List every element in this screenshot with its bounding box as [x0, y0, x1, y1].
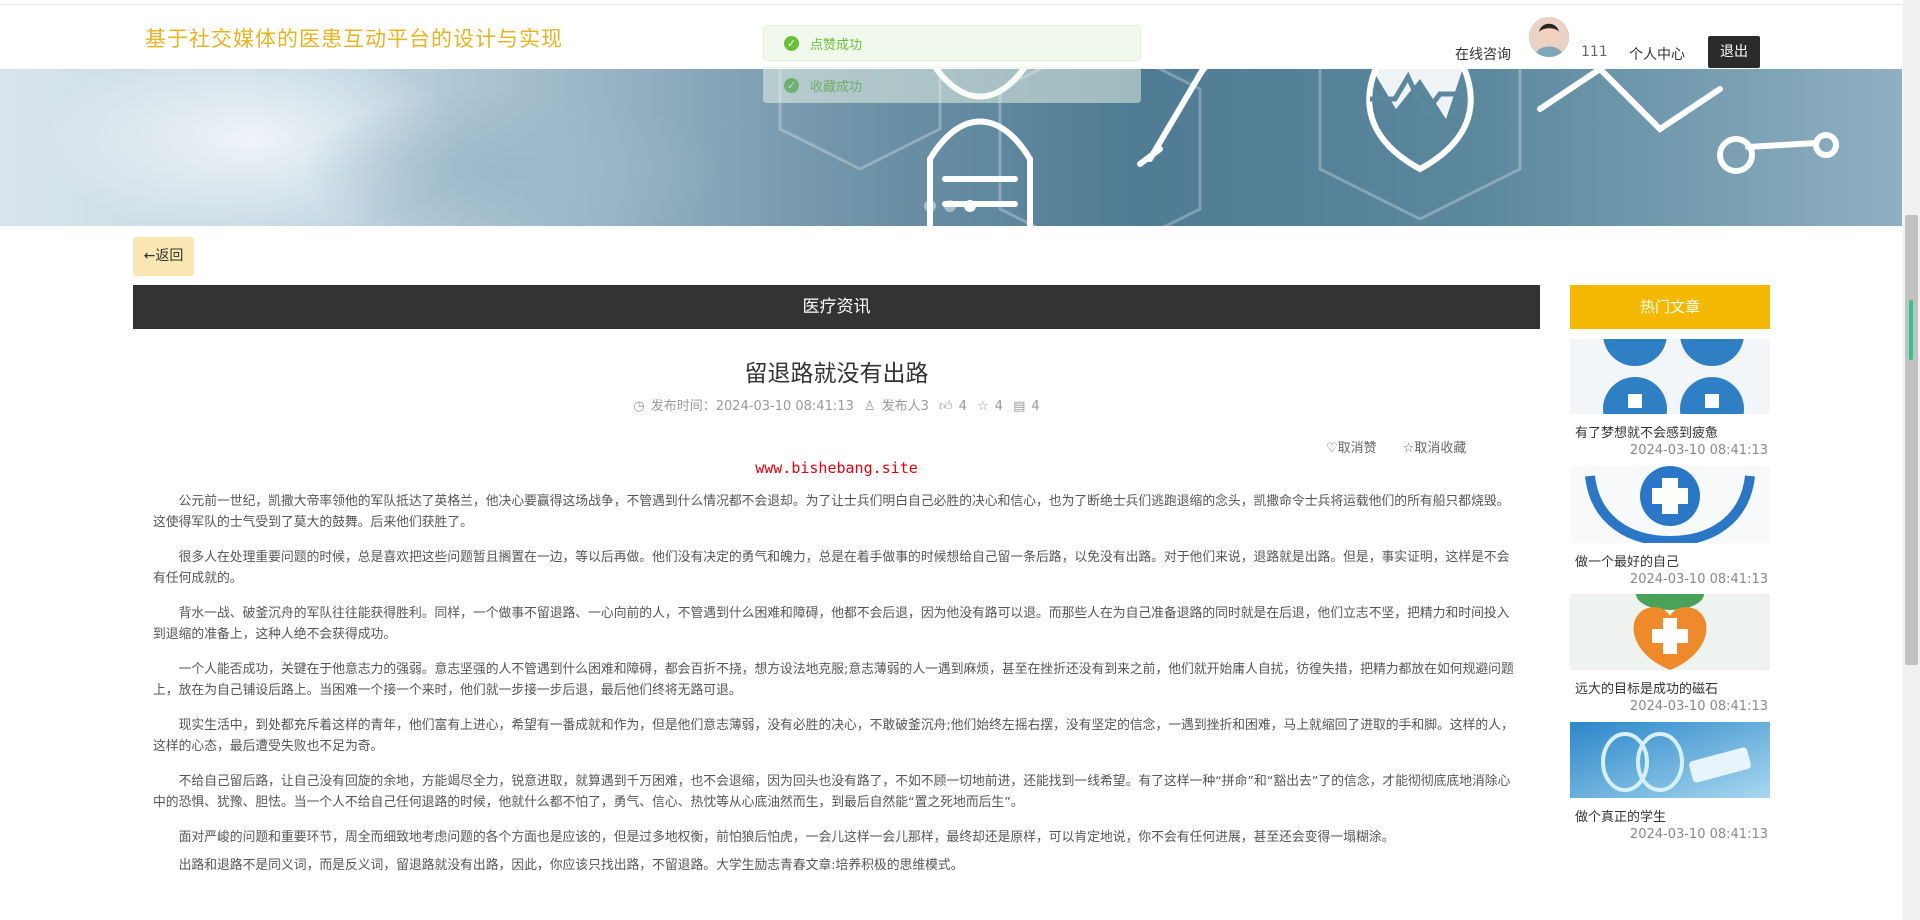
- avatar-photo: [1529, 17, 1569, 57]
- hot-article-title[interactable]: 有了梦想就不会感到疲惫: [1570, 422, 1770, 441]
- check-circle-icon: ✓: [784, 77, 799, 93]
- article-paragraph: 一个人能否成功，关键在于他意志力的强弱。意志坚强的人不管遇到什么困难和障碍，都会…: [153, 662, 1514, 698]
- carousel-dot-active[interactable]: [964, 200, 976, 212]
- hot-article-time: 2024-03-10 08:41:13: [1629, 443, 1768, 458]
- hot-article-time: 2024-03-10 08:41:13: [1629, 572, 1768, 587]
- article-title: 留退路就没有出路: [744, 361, 929, 387]
- hot-article-thumbnail: [1570, 339, 1770, 414]
- nav-online-consult[interactable]: 在线咨询: [1455, 44, 1511, 64]
- carousel-dot[interactable]: [924, 200, 936, 212]
- publish-time: 发布时间：2024-03-10 08:41:13: [650, 399, 854, 414]
- unlike-button[interactable]: ♡取消赞: [1326, 437, 1377, 456]
- user-icon: ♙: [863, 399, 876, 414]
- clock-icon: ◷: [633, 399, 645, 414]
- nav-personal-center[interactable]: 个人中心: [1629, 44, 1685, 64]
- user-avatar[interactable]: [1529, 17, 1569, 57]
- toast-favorite-success: ✓ 收藏成功: [763, 67, 1141, 103]
- hot-article-time: 2024-03-10 08:41:13: [1629, 827, 1768, 842]
- thumb-image: [1570, 466, 1770, 543]
- logout-button[interactable]: 退出: [1708, 36, 1760, 68]
- like-count: 4: [958, 399, 967, 414]
- article-meta: ◷ 发布时间：2024-03-10 08:41:13 ♙ 发布人3 👍︎ 4 ☆ 4 ▤…: [133, 395, 1540, 414]
- article-paragraph: 背水一战、破釜沉舟的军队往往能获得胜利。同样，一个做事不留退路、一心向前的人，不…: [153, 606, 1510, 642]
- section-title-bar: 医疗资讯: [133, 285, 1540, 329]
- page: 基于社交媒体的医患互动平台的设计与实现 在线咨询 111 个人中心 退出 ✓ 点…: [0, 0, 1902, 920]
- check-circle-icon: ✓: [784, 35, 799, 51]
- hot-article-item[interactable]: 做个真正的学生 2024-03-10 08:41:13: [1570, 722, 1770, 842]
- article-paragraph: 很多人在处理重要问题的时候，总是喜欢把这些问题暂且搁置在一边，等以后再做。他们没…: [153, 550, 1510, 586]
- article-paragraph: 面对严峻的问题和重要环节，周全而细致地考虑问题的各个方面也是应该的，但是过多地权…: [178, 830, 1395, 845]
- publisher: 发布人3: [881, 399, 929, 414]
- hot-article-title[interactable]: 做一个最好的自己: [1570, 551, 1770, 570]
- carousel-dot[interactable]: [944, 200, 956, 212]
- article-actions: ♡取消赞 ☆取消收藏: [1326, 437, 1466, 456]
- toast-like-success: ✓ 点赞成功: [763, 25, 1141, 61]
- username: 111: [1581, 44, 1608, 60]
- comment-icon: ▤: [1013, 399, 1026, 414]
- unfavorite-button[interactable]: ☆取消收藏: [1403, 437, 1467, 456]
- thumb-image: [1570, 722, 1770, 798]
- watermark-text: www.bishebang.site: [755, 459, 918, 477]
- article-paragraph: 出路和退路不是同义词，而是反义词，留退路就没有出路，因此，你应该只找出路，不留退…: [178, 858, 964, 873]
- site-title[interactable]: 基于社交媒体的医患互动平台的设计与实现: [145, 23, 563, 53]
- toast-text: 点赞成功: [810, 37, 863, 53]
- hot-articles-header: 热门文章: [1570, 285, 1770, 329]
- scroll-indicator-mark: [1909, 300, 1913, 360]
- unlike-label: 取消赞: [1337, 441, 1377, 456]
- toast-text: 收藏成功: [810, 79, 863, 95]
- article-content: 公元前一世纪，凯撒大帝率领他的军队抵达了英格兰，他决心要赢得这场战争，不管遇到什…: [153, 491, 1515, 890]
- page-scrollbar-thumb[interactable]: [1905, 215, 1918, 665]
- heart-icon: ♡: [1326, 441, 1338, 456]
- hot-article-thumbnail: [1570, 466, 1770, 543]
- hot-article-item[interactable]: 远大的目标是成功的磁石 2024-03-10 08:41:13: [1570, 594, 1770, 714]
- article-paragraph: 不给自己留后路，让自己没有回旋的余地，方能竭尽全力，锐意进取，就算遇到千万困难，…: [153, 774, 1511, 810]
- hot-article-title[interactable]: 远大的目标是成功的磁石: [1570, 678, 1770, 697]
- favorite-count: 4: [994, 399, 1003, 414]
- star-icon: ☆: [1402, 441, 1415, 456]
- hot-article-thumbnail: [1570, 722, 1770, 798]
- hot-article-thumbnail: [1570, 594, 1770, 670]
- unfavorite-label: 取消收藏: [1414, 441, 1467, 456]
- thumb-image: [1570, 339, 1770, 414]
- hot-article-title[interactable]: 做个真正的学生: [1570, 806, 1770, 825]
- hot-article-item[interactable]: 有了梦想就不会感到疲惫 2024-03-10 08:41:13: [1570, 339, 1770, 458]
- star-icon: ☆: [977, 399, 989, 414]
- hot-article-time: 2024-03-10 08:41:13: [1629, 699, 1768, 714]
- thumb-up-icon: 👍︎: [938, 399, 953, 414]
- thumb-image: [1570, 594, 1770, 670]
- back-button[interactable]: ←返回: [133, 237, 194, 276]
- article-paragraph: 公元前一世纪，凯撒大帝率领他的军队抵达了英格兰，他决心要赢得这场战争，不管遇到什…: [153, 494, 1510, 530]
- article-paragraph: 现实生活中，到处都充斥着这样的青年，他们富有上进心，希望有一番成就和作为，但是他…: [153, 718, 1514, 754]
- carousel-indicators: [924, 200, 976, 212]
- hot-article-item[interactable]: 做一个最好的自己 2024-03-10 08:41:13: [1570, 466, 1770, 587]
- comment-count: 4: [1031, 399, 1040, 414]
